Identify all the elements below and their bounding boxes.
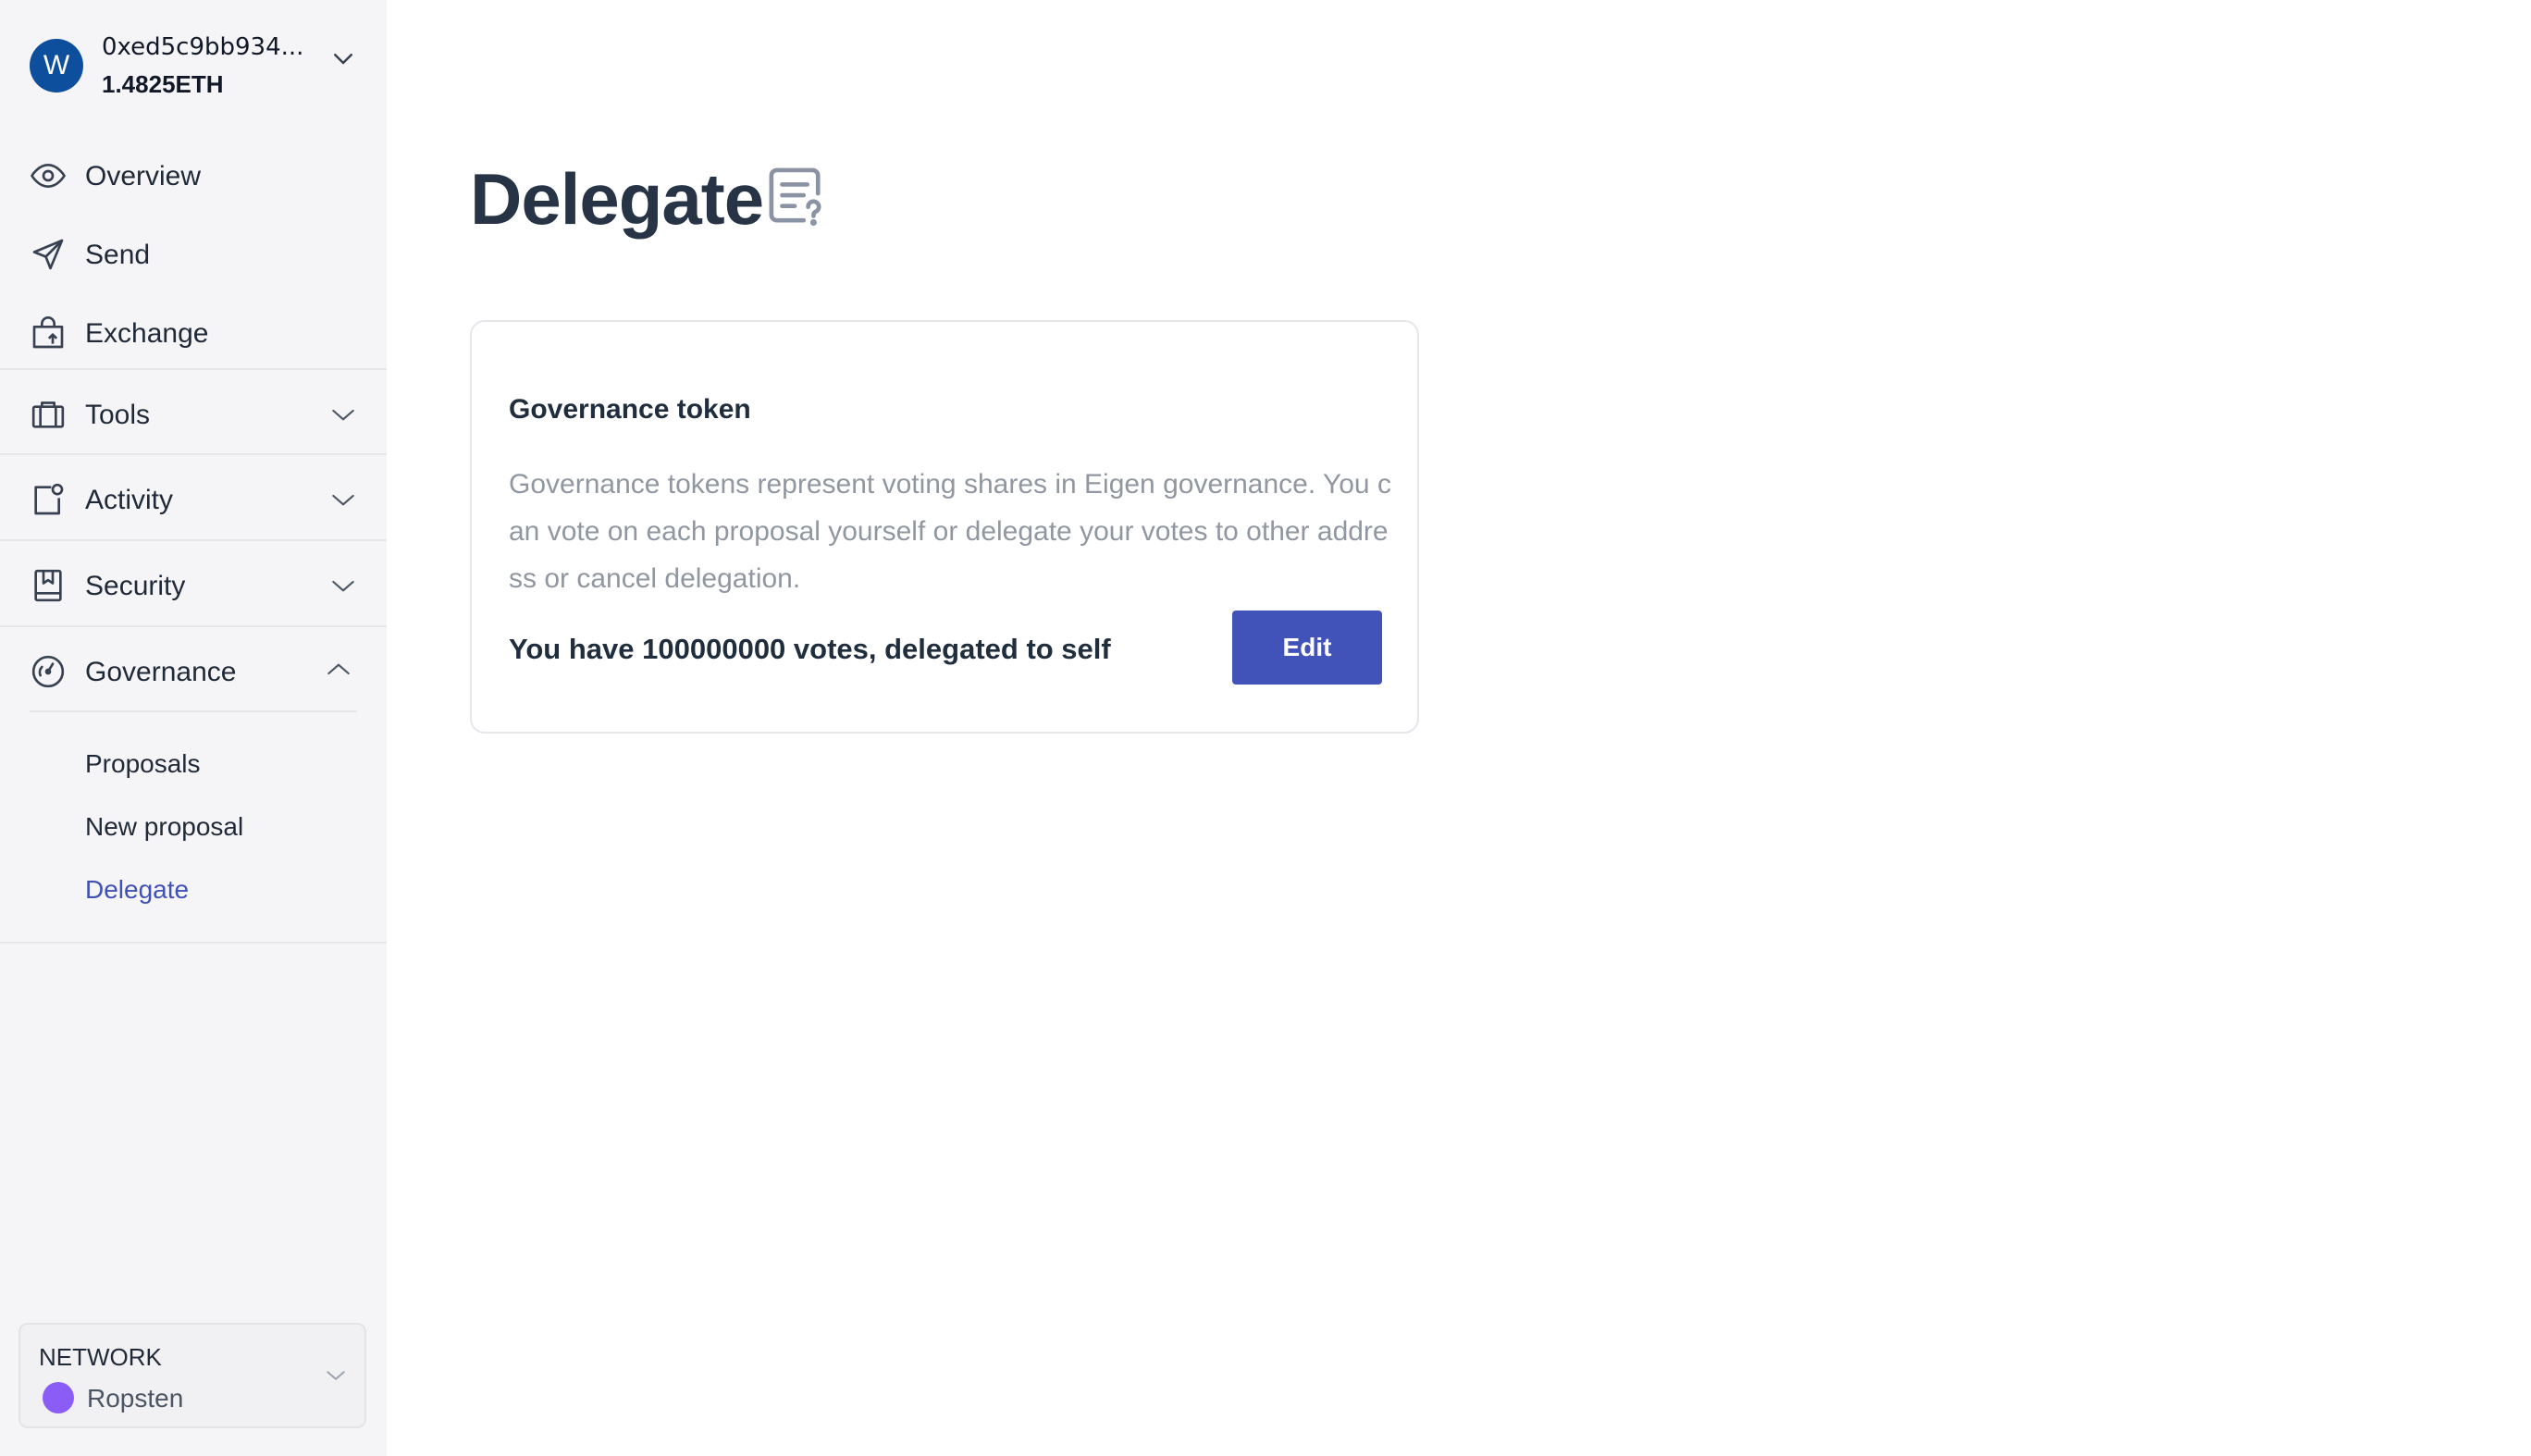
sidebar-item-governance[interactable]: Governance (0, 635, 387, 709)
edit-delegation-button[interactable]: Edit (1232, 611, 1382, 685)
account-balance: 1.4825ETH (102, 70, 224, 98)
account-address: 0xed5c9bb934... (102, 33, 304, 61)
chevron-down-icon (332, 494, 354, 506)
account-switcher[interactable]: W 0xed5c9bb934... 1.4825ETH (0, 0, 387, 134)
divider (0, 539, 387, 541)
divider (0, 368, 387, 370)
security-book-icon (34, 569, 62, 602)
chevron-down-icon (327, 1371, 345, 1380)
sidebar: W 0xed5c9bb934... 1.4825ETH Overview Sen… (0, 0, 387, 1456)
sidebar-item-overview[interactable]: Overview (0, 139, 387, 213)
divider (0, 942, 387, 944)
toolbox-icon (31, 401, 65, 428)
sidebar-item-label: Security (85, 571, 186, 601)
app: W 0xed5c9bb934... 1.4825ETH Overview Sen… (0, 0, 2531, 1456)
sidebar-item-label: Exchange (85, 318, 209, 349)
network-selector[interactable]: NETWORK Ropsten (19, 1323, 366, 1428)
card-title: Governance token (509, 394, 751, 425)
sidebar-item-activity[interactable]: Activity (0, 463, 387, 537)
avatar: W (30, 39, 83, 93)
sidebar-item-label: Activity (85, 485, 174, 515)
card-description: Governance tokens represent voting share… (509, 469, 1391, 594)
chevron-down-icon (332, 409, 354, 421)
network-status-dot (43, 1382, 74, 1413)
sidebar-item-security[interactable]: Security (0, 549, 387, 623)
sidebar-item-label: Overview (85, 161, 202, 191)
chevron-down-icon (332, 580, 354, 592)
sidebar-item-exchange[interactable]: Exchange (0, 296, 387, 370)
divider (0, 625, 387, 627)
sidebar-subitem-delegate[interactable]: Delegate (85, 875, 189, 905)
governance-gauge-icon (31, 655, 65, 688)
divider (30, 710, 357, 712)
sidebar-subitem-proposals[interactable]: Proposals (85, 749, 201, 779)
divider (0, 453, 387, 455)
votes-summary: You have 100000000 votes, delegated to s… (509, 633, 1111, 665)
eye-icon (30, 163, 67, 189)
sidebar-item-label: Tools (85, 400, 151, 430)
exchange-bag-icon (32, 316, 64, 349)
network-label: NETWORK (39, 1343, 162, 1371)
governance-token-card: Governance token Governance tokens repre… (470, 320, 1419, 734)
send-icon (32, 239, 64, 270)
chevron-up-icon (327, 663, 350, 675)
sidebar-item-tools[interactable]: Tools (0, 377, 387, 451)
sidebar-item-send[interactable]: Send (0, 217, 387, 291)
help-document-icon[interactable] (768, 167, 825, 228)
activity-icon (34, 483, 64, 515)
sidebar-item-label: Send (85, 240, 151, 270)
network-name: Ropsten (87, 1384, 184, 1413)
sidebar-subitem-new-proposal[interactable]: New proposal (85, 812, 243, 842)
sidebar-item-label: Governance (85, 657, 237, 687)
chevron-down-icon[interactable] (329, 44, 357, 72)
page-title: Delegate (470, 158, 764, 240)
